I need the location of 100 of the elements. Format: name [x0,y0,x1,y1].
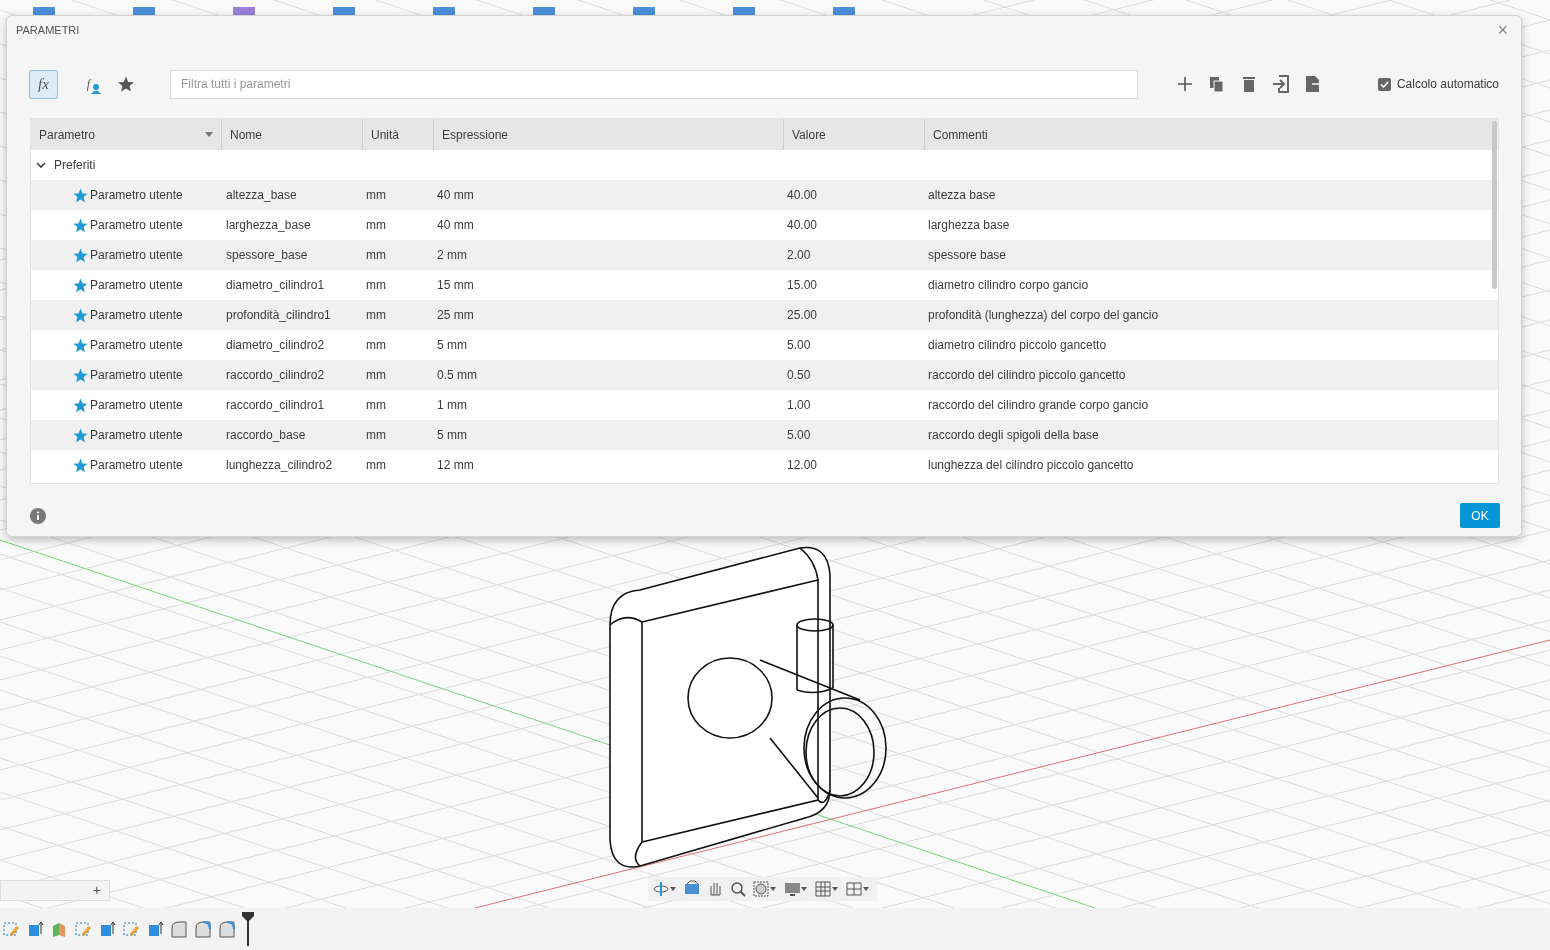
table-cell-text: 15 mm [436,278,475,292]
table-cell-text: raccordo_base [225,428,307,442]
table-cell-text: mm [365,278,387,292]
table-cell-text: Parametro utente [89,457,184,474]
table-cell-text: 25.00 [786,308,819,322]
checkbox[interactable] [1377,77,1391,91]
table-cell-text: diametro_cilindro2 [225,338,326,352]
table-cell-text: mm [365,338,387,352]
table-cell-text: diametro_cilindro1 [225,278,326,292]
extrude-icon[interactable] [98,920,116,938]
table-cell-text: 40.00 [786,188,819,202]
table-cell-text: profondità_cilindro1 [225,308,332,322]
table-cell-text: mm [365,188,387,202]
table-cell-text: 0.5 mm [436,368,478,382]
view-tab[interactable]: f [80,69,109,99]
table-cell-text: Parametro utente [89,247,184,264]
table-cell-text: 5.00 [786,338,812,352]
table-cell-text: raccordo_cilindro1 [225,398,326,412]
table-cell-text: 2.00 [786,248,812,262]
viewports-icon [845,879,863,899]
star-icon[interactable] [73,337,88,353]
fillet-icon[interactable] [194,920,212,938]
table-cell-text: raccordo del cilindro piccolo gancetto [927,368,1127,382]
table-cell-text: altezza base [927,188,997,202]
table-cell-text: profondità (lunghezza) del corpo del gancio [927,308,1160,322]
star-icon [117,76,134,92]
star-icon[interactable] [73,367,88,383]
info-icon[interactable] [30,507,46,524]
table-cell-text: 5.00 [786,428,812,442]
extrude-icon[interactable] [26,920,44,938]
grid-icon [814,879,832,899]
sketch-icon[interactable] [2,920,20,938]
table-cell-text: Parametro utente [89,217,184,234]
table-cell-text: larghezza base [927,218,1011,232]
sketch-icon[interactable] [74,920,92,938]
table-cell-text: 0.50 [786,368,812,382]
table-cell-text: diametro cilindro corpo gancio [927,278,1090,292]
table-cell-text: spessore_base [225,248,309,262]
star-icon[interactable] [73,247,88,263]
import-button[interactable] [1270,73,1292,95]
star-icon[interactable] [73,277,88,293]
caret-icon [770,887,776,891]
table-cell-text: 40 mm [436,188,475,202]
extrude-icon[interactable] [146,920,164,938]
caret-icon [863,887,869,891]
table-cell-text: Parametro utente [89,427,184,444]
table-cell-text: mm [365,458,387,472]
chevron-icon[interactable] [36,160,46,170]
table-cell-text: Parametro utente [89,187,184,204]
table-cell-text: 1 mm [436,398,468,412]
scrollbar[interactable] [1492,121,1497,289]
table-cell-text: mm [365,218,387,232]
zoom-window-icon [752,879,770,899]
table-cell-text: mm [365,308,387,322]
star-icon[interactable] [73,397,88,413]
table-cell-text: 5 mm [436,428,468,442]
column-header[interactable]: Nome [221,119,362,150]
table-cell-text: raccordo del cilindro grande corpo gancio [927,398,1150,412]
timeline-marker-icon[interactable] [242,912,254,946]
fillet-icon[interactable] [218,920,236,938]
star-icon[interactable] [73,307,88,323]
group-label[interactable]: Preferiti [54,156,96,174]
zoom-icon [729,879,747,899]
star-icon[interactable] [73,427,88,443]
browser-add-button[interactable]: + [0,880,110,901]
table-cell-text: spessore base [927,248,1008,262]
split-icon[interactable] [50,920,68,938]
star-icon[interactable] [73,457,88,473]
table-cell-text: 1.00 [786,398,812,412]
star-icon[interactable] [73,217,88,233]
column-header[interactable]: Valore [783,119,924,150]
star-icon[interactable] [73,187,88,203]
table-cell-text: lunghezza_cilindro2 [225,458,334,472]
table-cell-text: mm [365,248,387,262]
table-cell-text: 40.00 [786,218,819,232]
sketch-icon[interactable] [122,920,140,938]
table-cell-text: 12.00 [786,458,819,472]
table-cell-text: Parametro utente [89,367,184,384]
fillet-icon[interactable] [170,920,188,938]
orbit-icon [652,879,670,899]
table-cell-text: Parametro utente [89,397,184,414]
table-cell-text: 12 mm [436,458,475,472]
column-header[interactable]: Espressione [433,119,783,150]
table-cell-text: 40 mm [436,218,475,232]
table-cell-text: 15.00 [786,278,819,292]
table-cell-text: 25 mm [436,308,475,322]
caret-icon [205,132,213,137]
column-header[interactable]: Unità [362,119,433,150]
table-cell-text: larghezza_base [225,218,312,232]
table-cell-text: Parametro utente [89,307,184,324]
table-cell-text: raccordo_cilindro2 [225,368,326,382]
dialog-title: PARAMETRI [16,22,80,38]
column-header[interactable]: Parametro [31,119,221,150]
view-tab[interactable]: fx [29,69,58,99]
table-cell-text: raccordo degli spigoli della base [927,428,1100,442]
import-icon [1270,73,1292,95]
table-cell-text: diametro cilindro piccolo gancetto [927,338,1108,352]
person-icon [90,82,103,94]
filter-field[interactable]: Filtra tutti i parametri [170,69,1138,99]
table-cell-text: Parametro utente [89,337,184,354]
